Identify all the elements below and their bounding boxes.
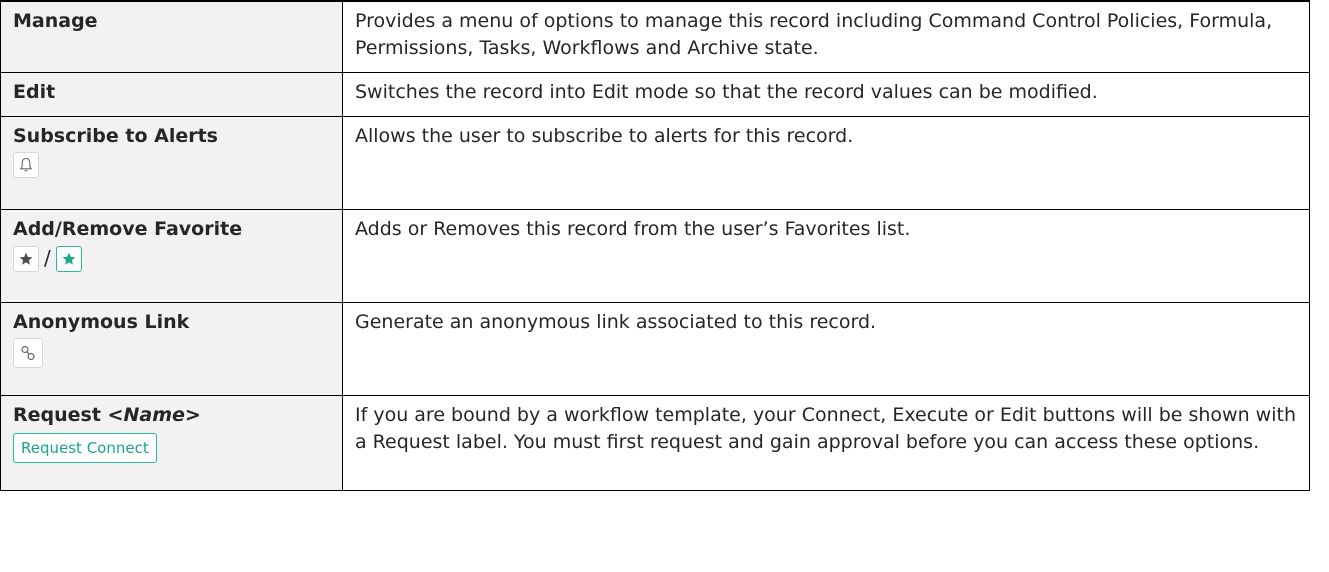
row-description: Switches the record into Edit mode so th… <box>342 72 1310 117</box>
row-label: Subscribe to Alerts <box>13 125 218 147</box>
table-row: Manage Provides a menu of options to man… <box>0 0 1310 73</box>
request-connect-button[interactable]: Request Connect <box>13 433 157 463</box>
row-label-prefix: Request <box>13 404 108 426</box>
table-row: Request <Name> Request Connect If you ar… <box>0 395 1310 491</box>
bell-icon[interactable] <box>13 152 39 178</box>
row-description: If you are bound by a workflow template,… <box>342 395 1310 491</box>
row-label: Manage <box>0 0 343 73</box>
row-label: Edit <box>0 72 343 117</box>
table-row: Anonymous Link Generate an anonymous lin… <box>0 302 1310 396</box>
table-row: Subscribe to Alerts Allows the user to s… <box>0 116 1310 210</box>
row-label-cell: Subscribe to Alerts <box>0 116 343 210</box>
row-label: Anonymous Link <box>13 311 190 333</box>
row-description: Generate an anonymous link associated to… <box>342 302 1310 396</box>
row-label-cell: Anonymous Link <box>0 302 343 396</box>
row-description: Adds or Removes this record from the use… <box>342 209 1310 303</box>
separator: / <box>44 246 51 270</box>
row-label-name: <Name> <box>107 404 201 426</box>
table-row: Add/Remove Favorite / Adds or Removes th… <box>0 209 1310 303</box>
row-label: Request <Name> <box>13 402 330 429</box>
row-description: Provides a menu of options to manage thi… <box>342 0 1310 73</box>
table-row: Edit Switches the record into Edit mode … <box>0 72 1310 117</box>
feature-table: Manage Provides a menu of options to man… <box>0 0 1310 491</box>
star-icon[interactable] <box>13 245 39 272</box>
row-label-cell: Request <Name> Request Connect <box>0 395 343 491</box>
row-label: Add/Remove Favorite <box>13 218 243 240</box>
star-active-icon[interactable] <box>55 245 82 272</box>
row-label-cell: Add/Remove Favorite / <box>0 209 343 303</box>
row-description: Allows the user to subscribe to alerts f… <box>342 116 1310 210</box>
link-icon[interactable] <box>13 338 43 368</box>
